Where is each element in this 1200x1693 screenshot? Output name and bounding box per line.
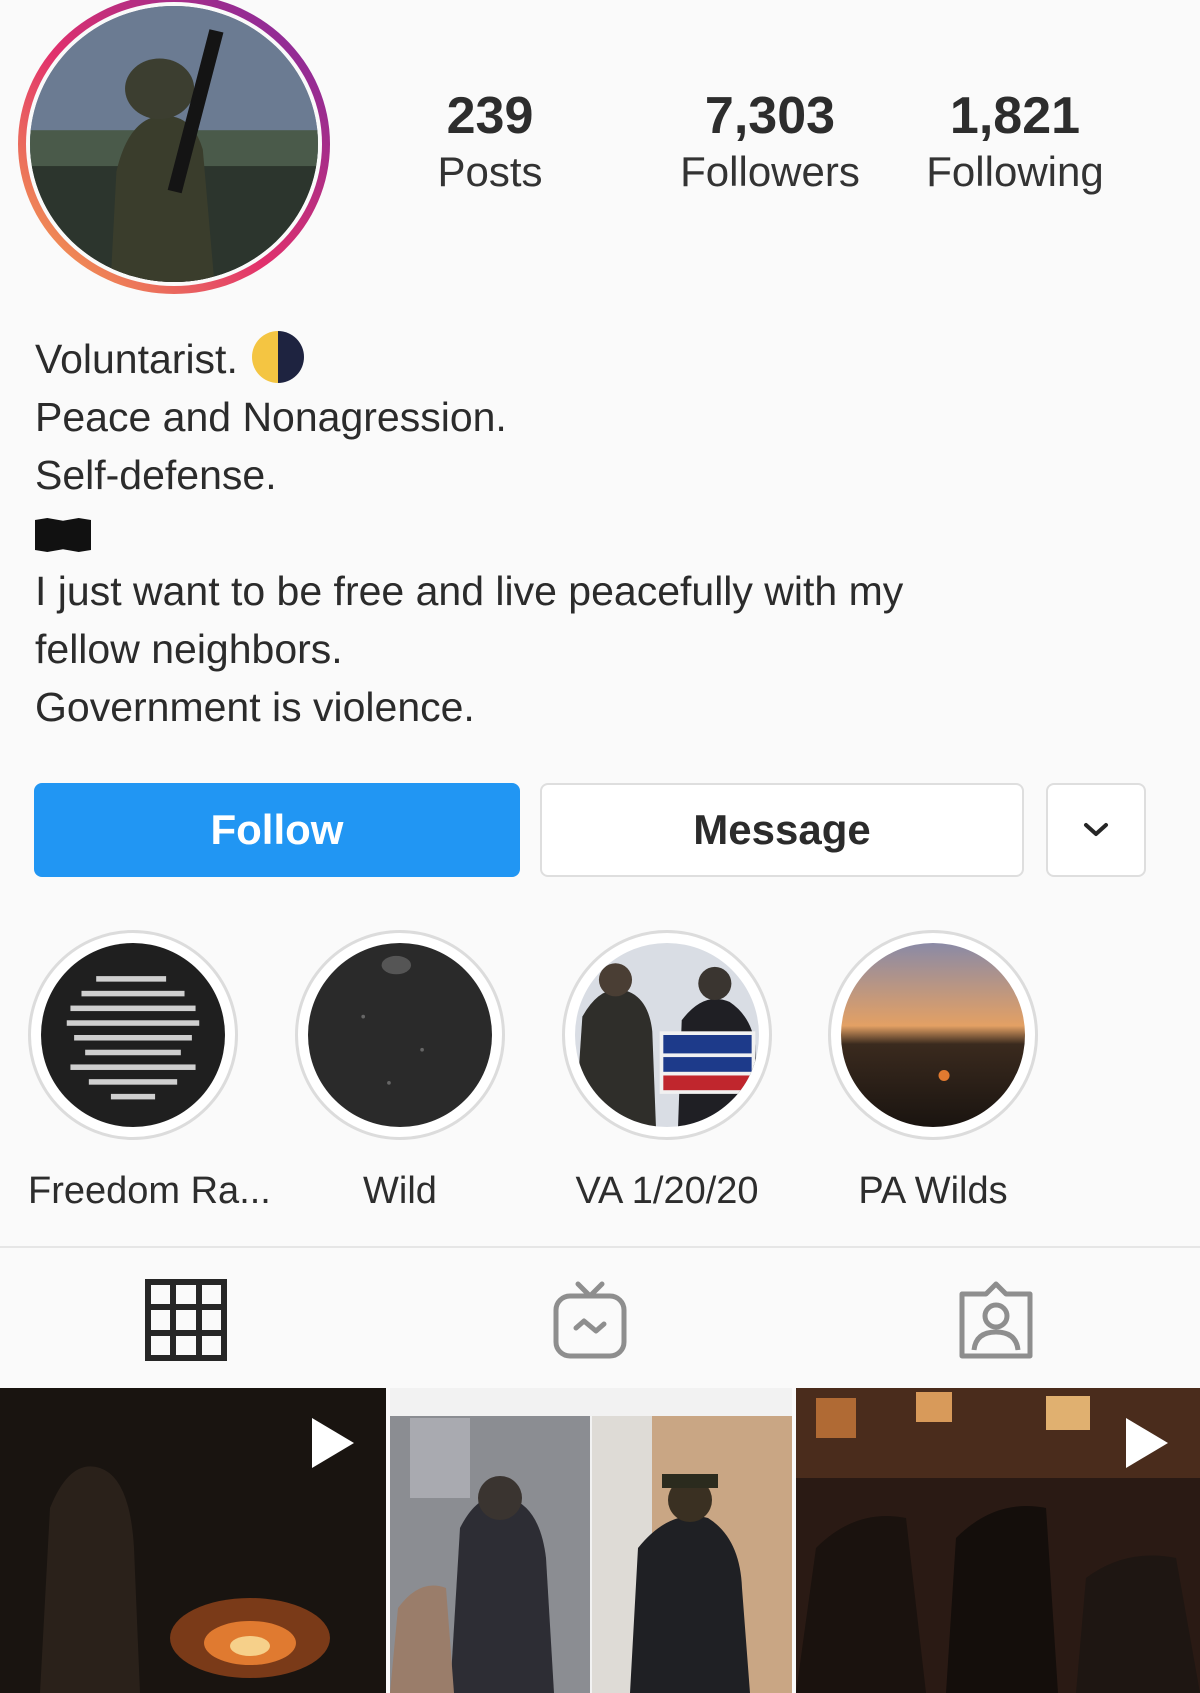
highlight-cover	[575, 943, 759, 1127]
highlight-cover	[308, 943, 492, 1127]
tagged-icon	[959, 1281, 1033, 1359]
bio-line-5: I just want to be free and live peaceful…	[35, 568, 904, 614]
sunset-cover-image	[841, 943, 1025, 1127]
bio-line-3: Self-defense.	[35, 452, 277, 498]
profile-avatar-ring[interactable]	[18, 0, 330, 294]
suggestions-dropdown-button[interactable]	[1046, 783, 1146, 877]
stat-following[interactable]: 1,821 Following	[900, 86, 1130, 198]
post-thumbnail[interactable]	[796, 1388, 1200, 1693]
posts-count: 239	[446, 87, 534, 145]
highlight-cover	[41, 943, 225, 1127]
highlight-wild[interactable]: Wild	[295, 930, 505, 1213]
profile-bio: Voluntarist. Peace and Nonagression. Sel…	[35, 330, 1155, 736]
highlight-label: Freedom Ra...	[28, 1170, 271, 1212]
follow-button[interactable]: Follow	[34, 783, 520, 877]
post-thumbnail[interactable]	[0, 1388, 386, 1693]
stat-posts[interactable]: 239 Posts	[420, 86, 560, 198]
bio-line-4	[35, 504, 1155, 562]
bio-line-6: fellow neighbors.	[35, 626, 343, 672]
avatar-photo	[30, 6, 318, 282]
post-image-fire	[0, 1388, 386, 1693]
highlight-label: PA Wilds	[858, 1170, 1008, 1212]
following-label: Following	[926, 148, 1104, 195]
highlight-label: VA 1/20/20	[575, 1170, 759, 1212]
grid-icon	[145, 1279, 227, 1361]
post-image-collage	[390, 1388, 792, 1693]
highlight-freedom[interactable]: Freedom Ra...	[28, 930, 271, 1213]
followers-count: 7,303	[704, 87, 836, 145]
bio-line-7: Government is violence.	[35, 684, 475, 730]
tabs-divider	[0, 1246, 1200, 1248]
highlight-ring	[295, 930, 505, 1140]
post-image-street	[796, 1388, 1200, 1693]
message-button[interactable]: Message	[540, 783, 1024, 877]
highlight-label: Wild	[363, 1170, 437, 1212]
tab-igtv[interactable]	[548, 1278, 632, 1362]
highlight-ring	[562, 930, 772, 1140]
followers-label: Followers	[680, 148, 860, 195]
posts-label: Posts	[437, 148, 543, 195]
post-thumbnail[interactable]	[390, 1388, 792, 1693]
following-count: 1,821	[949, 87, 1081, 145]
chevron-down-icon	[1084, 823, 1108, 836]
highlight-cover	[841, 943, 1025, 1127]
profile-stats: 239 Posts 7,303 Followers 1,821 Followin…	[390, 86, 1180, 206]
igtv-icon	[553, 1281, 627, 1359]
dark-cover-image	[308, 943, 492, 1127]
highlight-ring	[828, 930, 1038, 1140]
text-cover-image	[41, 943, 225, 1127]
highlight-va[interactable]: VA 1/20/20	[562, 930, 772, 1213]
bio-text-1: Voluntarist.	[35, 336, 238, 382]
tab-posts-grid[interactable]	[144, 1278, 228, 1362]
tab-tagged[interactable]	[954, 1278, 1038, 1362]
bio-line-1: Voluntarist.	[35, 330, 1155, 388]
highlight-pa-wilds[interactable]: PA Wilds	[828, 930, 1038, 1213]
rally-cover-image	[575, 943, 759, 1127]
moon-icon	[251, 331, 304, 383]
bio-line-2: Peace and Nonagression.	[35, 394, 507, 440]
stat-followers[interactable]: 7,303 Followers	[645, 86, 895, 198]
black-flag-icon	[35, 518, 91, 552]
highlight-ring	[28, 930, 238, 1140]
avatar[interactable]	[30, 6, 318, 282]
